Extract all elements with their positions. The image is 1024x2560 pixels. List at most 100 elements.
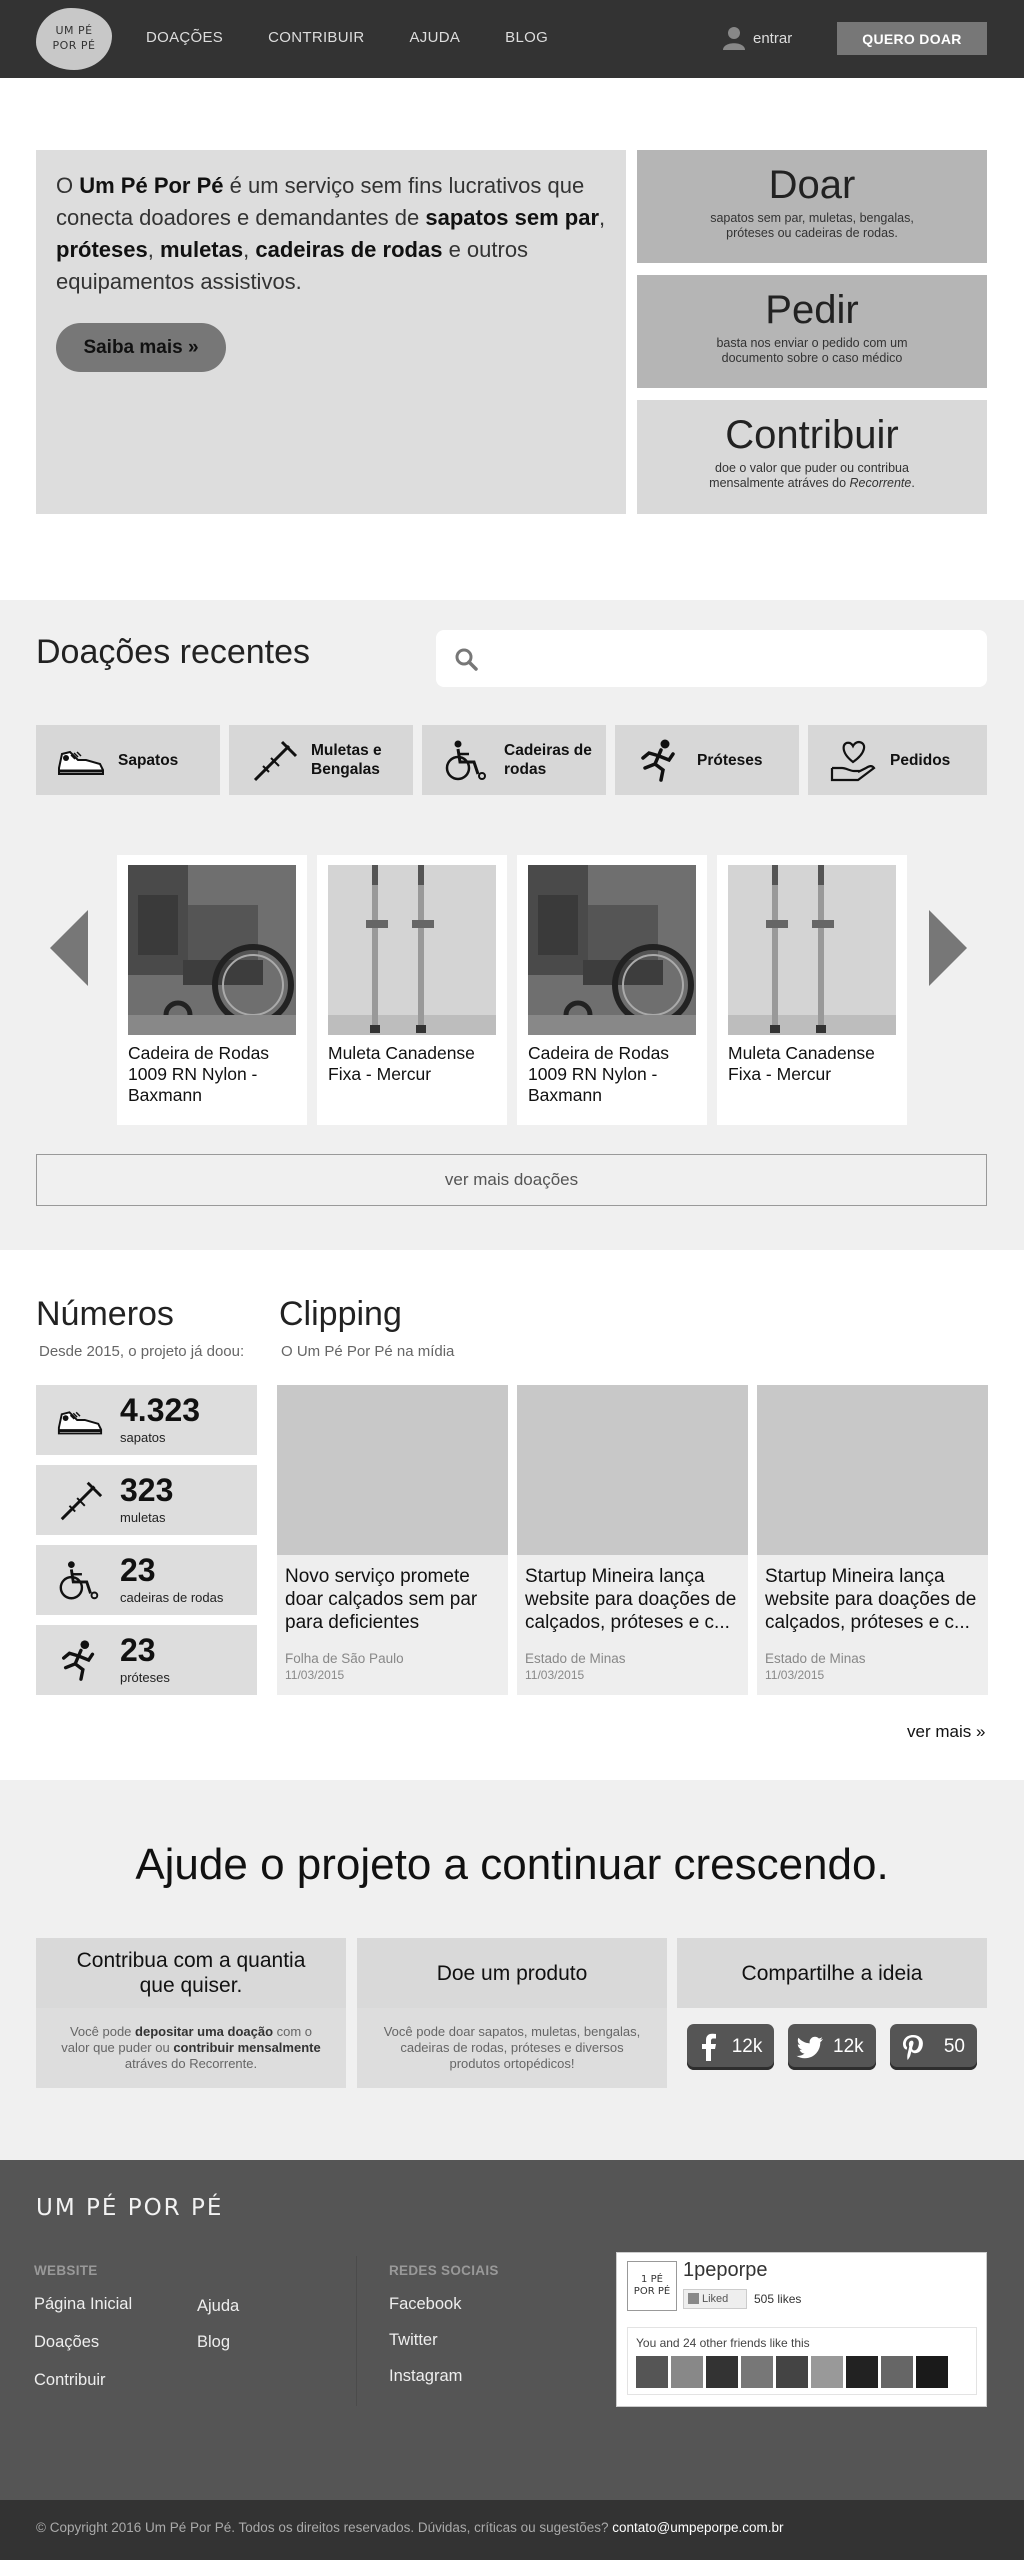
numbers-subtitle: Desde 2015, o projeto já doou: xyxy=(39,1343,245,1360)
action-card-doar[interactable]: Doar sapatos sem par, muletas, bengalas,… xyxy=(637,150,987,263)
clipping-date: 11/03/2015 xyxy=(525,1668,585,1682)
clipping-subtitle: O Um Pé Por Pé na mídia xyxy=(281,1343,455,1360)
footer-link-doacoes[interactable]: Doações xyxy=(34,2333,99,2352)
action-desc: basta nos enviar o pedido com um documen… xyxy=(716,336,908,365)
footer-divider xyxy=(356,2256,357,2406)
facebook-icon xyxy=(688,2293,699,2304)
friend-avatar[interactable] xyxy=(776,2356,808,2388)
product-card[interactable]: Cadeira de Rodas 1009 RN Nylon - Baxmann xyxy=(117,855,307,1125)
footer-link-facebook[interactable]: Facebook xyxy=(389,2295,461,2314)
hero-section: O Um Pé Por Pé é um serviço sem fins luc… xyxy=(0,78,1024,600)
help-card-title: Compartilhe a ideia xyxy=(677,1938,987,2008)
facebook-like-count: 505 likes xyxy=(754,2292,802,2306)
friend-avatar[interactable] xyxy=(881,2356,913,2388)
category-tab-sapatos[interactable]: Sapatos xyxy=(36,725,220,795)
quero-doar-button[interactable]: QUERO DOAR xyxy=(837,22,987,55)
hero-intro-card: O Um Pé Por Pé é um serviço sem fins luc… xyxy=(36,150,626,514)
clipping-title: Startup Mineira lança website para doaçõ… xyxy=(765,1566,977,1633)
friend-avatar[interactable] xyxy=(671,2356,703,2388)
login-link[interactable]: entrar xyxy=(723,26,792,50)
footer-logo[interactable]: UM PÉ POR PÉ xyxy=(36,2195,223,2221)
crutch-icon xyxy=(253,740,298,782)
help-project-section: Ajude o projeto a continuar crescendo. C… xyxy=(0,1780,1024,2160)
action-title: Contribuir xyxy=(725,413,899,457)
help-card-contribua[interactable]: Contribua com a quantia que quiser. Você… xyxy=(36,1938,346,2088)
facebook-friend-avatars xyxy=(636,2356,948,2388)
friend-avatar[interactable] xyxy=(636,2356,668,2388)
nav-link-contribuir[interactable]: CONTRIBUIR xyxy=(268,29,364,46)
search-box[interactable] xyxy=(436,630,987,687)
main-nav: DOAÇÕES CONTRIBUIR AJUDA BLOG xyxy=(146,29,548,46)
category-tab-proteses[interactable]: Próteses xyxy=(615,725,799,795)
action-card-contribuir[interactable]: Contribuir doe o valor que puder ou cont… xyxy=(637,400,987,514)
footer-link-ajuda[interactable]: Ajuda xyxy=(197,2297,239,2316)
facebook-friends-text: You and 24 other friends like this xyxy=(636,2336,810,2350)
logo-line-1: UM PÉ xyxy=(55,24,93,37)
category-label: Muletas e Bengalas xyxy=(311,742,382,778)
clipping-date: 11/03/2015 xyxy=(765,1668,825,1682)
friend-avatar[interactable] xyxy=(741,2356,773,2388)
help-card-body: Você pode depositar uma doação com o val… xyxy=(36,2008,346,2088)
category-tab-cadeiras[interactable]: Cadeiras de rodas xyxy=(422,725,606,795)
stat-value: 4.323 xyxy=(120,1392,201,1428)
nav-link-doacoes[interactable]: DOAÇÕES xyxy=(146,29,223,46)
clipping-title: Novo serviço promete doar calçados sem p… xyxy=(285,1566,478,1633)
footer-link-instagram[interactable]: Instagram xyxy=(389,2367,462,2386)
product-card[interactable]: Muleta Canadense Fixa - Mercur xyxy=(717,855,907,1125)
stat-card-proteses: 23 próteses xyxy=(36,1625,257,1695)
facebook-icon xyxy=(702,2033,716,2061)
footer-website-heading: WEBSITE xyxy=(34,2263,98,2278)
runner-prosthesis-icon xyxy=(641,739,675,782)
stat-value: 23 xyxy=(120,1552,156,1588)
contact-email-link[interactable]: contato@umpeporpe.com.br xyxy=(612,2520,783,2535)
help-card-body: Você pode doar sapatos, muletas, bengala… xyxy=(357,2008,667,2088)
stat-label: próteses xyxy=(120,1670,170,1685)
help-project-title: Ajude o projeto a continuar crescendo. xyxy=(135,1840,889,1889)
carousel-next-arrow[interactable] xyxy=(929,910,967,986)
clipping-card[interactable]: Startup Mineira lança website para doaçõ… xyxy=(757,1385,988,1695)
twitter-share-button[interactable]: 12k xyxy=(788,2024,876,2070)
footer-social-heading: REDES SOCIAIS xyxy=(389,2263,499,2278)
hero-text: O Um Pé Por Pé é um serviço sem fins luc… xyxy=(56,173,606,294)
pinterest-share-button[interactable]: 50 xyxy=(889,2024,977,2070)
clipping-card[interactable]: Novo serviço promete doar calçados sem p… xyxy=(277,1385,508,1695)
ver-mais-doacoes-button[interactable]: ver mais doações xyxy=(36,1154,987,1206)
clipping-card[interactable]: Startup Mineira lança website para doaçõ… xyxy=(517,1385,748,1695)
clipping-image-placeholder xyxy=(277,1385,508,1555)
friend-avatar[interactable] xyxy=(846,2356,878,2388)
facebook-liked-label: Liked xyxy=(702,2293,729,2305)
saiba-mais-button[interactable]: Saiba mais » xyxy=(56,323,226,372)
carousel-prev-arrow[interactable] xyxy=(50,910,88,986)
nav-link-ajuda[interactable]: AJUDA xyxy=(409,29,460,46)
runner-prosthesis-icon xyxy=(62,1640,95,1681)
facebook-page-name[interactable]: 1peporpe xyxy=(683,2259,768,2282)
footer-link-twitter[interactable]: Twitter xyxy=(389,2331,438,2350)
wheelchair-photo xyxy=(528,865,696,1035)
site-logo[interactable]: UM PÉ POR PÉ xyxy=(36,8,112,70)
footer-link-contribuir[interactable]: Contribuir xyxy=(34,2371,106,2390)
friend-avatar[interactable] xyxy=(811,2356,843,2388)
facebook-liked-button[interactable]: Liked xyxy=(683,2289,747,2309)
stat-value: 323 xyxy=(120,1472,174,1508)
ver-mais-clipping-link[interactable]: ver mais » xyxy=(907,1722,985,1742)
help-card-doe-produto[interactable]: Doe um produto Você pode doar sapatos, m… xyxy=(357,1938,667,2088)
nav-link-blog[interactable]: BLOG xyxy=(505,29,548,46)
product-card[interactable]: Muleta Canadense Fixa - Mercur xyxy=(317,855,507,1125)
facebook-share-button[interactable]: 12k xyxy=(687,2024,775,2070)
search-input[interactable] xyxy=(491,640,971,677)
crutches-photo xyxy=(328,865,496,1035)
product-card[interactable]: Cadeira de Rodas 1009 RN Nylon - Baxmann xyxy=(517,855,707,1125)
action-card-pedir[interactable]: Pedir basta nos enviar o pedido com um d… xyxy=(637,275,987,388)
friend-avatar[interactable] xyxy=(916,2356,948,2388)
category-tab-muletas[interactable]: Muletas e Bengalas xyxy=(229,725,413,795)
footer-link-pagina-inicial[interactable]: Página Inicial xyxy=(34,2295,132,2314)
friend-avatar[interactable] xyxy=(706,2356,738,2388)
stat-label: cadeiras de rodas xyxy=(120,1590,224,1605)
clipping-date: 11/03/2015 xyxy=(285,1668,345,1682)
footer-link-blog[interactable]: Blog xyxy=(197,2333,230,2352)
recent-donations-section: Doações recentes Sapatos Muletas e Benga… xyxy=(0,600,1024,1250)
crutch-icon xyxy=(60,1481,103,1521)
category-tab-pedidos[interactable]: Pedidos xyxy=(808,725,987,795)
facebook-page-thumbnail[interactable]: 1 PÉ POR PÉ xyxy=(627,2261,677,2311)
recent-donations-title: Doações recentes xyxy=(36,633,311,671)
